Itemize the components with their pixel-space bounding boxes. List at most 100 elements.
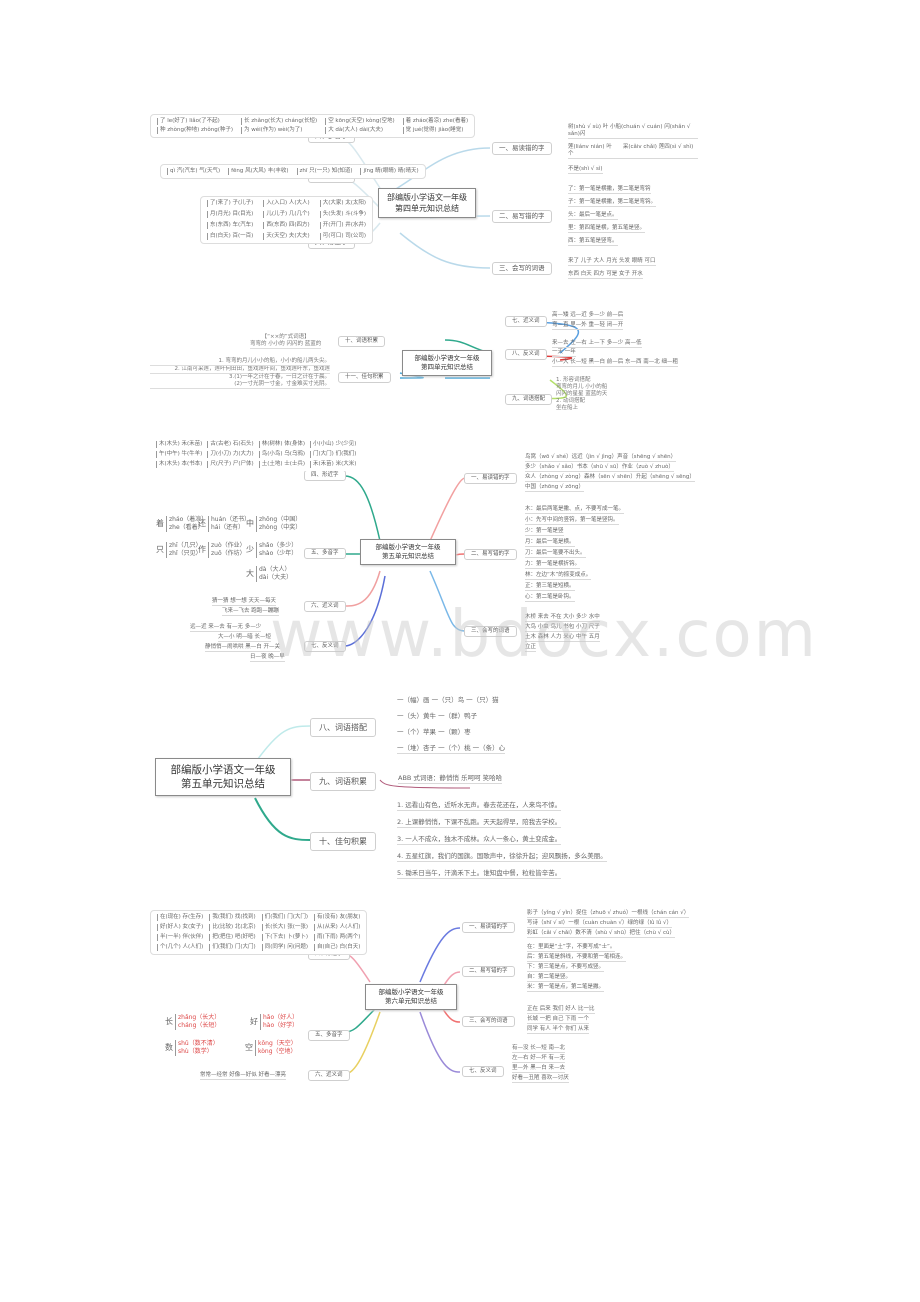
char-pair: 月(月光) 目(目光) bbox=[207, 211, 253, 218]
char-pair: 尺(尺子) 尸(尸体) bbox=[207, 461, 254, 468]
char-pair: 雨(下雨) 两(两个) bbox=[314, 934, 360, 941]
char-pair: 从(从来) 人(人们) bbox=[314, 924, 360, 931]
branch-word-accumulation[interactable]: 十、词语积累 bbox=[338, 336, 386, 347]
branch-synonyms[interactable]: 六、近义词 bbox=[308, 1070, 350, 1081]
polyphonic-grid: 了 le(好了) liǎo(了不起) 长 zhǎng(长大) cháng(长短)… bbox=[150, 114, 476, 138]
leaf-item: 日—夜 晚—早 bbox=[250, 654, 285, 662]
branch-antonyms[interactable]: 七、反义词 bbox=[462, 1066, 504, 1077]
central-topic-line1: 部编版小学语文一年级 bbox=[375, 543, 441, 551]
poly-reading: hái（还有） bbox=[211, 524, 245, 531]
leaf-item: 坐在船上 bbox=[556, 405, 579, 411]
branch-polyphonic[interactable]: 五、多音字 bbox=[304, 548, 346, 559]
branch-sentence-accumulation[interactable]: 十一、佳句积累 bbox=[338, 372, 391, 383]
branch-synonyms[interactable]: 六、近义词 bbox=[304, 601, 346, 612]
branch-collocations[interactable]: 九、词语搭配 bbox=[505, 394, 553, 405]
poly-char: 中 bbox=[246, 519, 254, 528]
leaf-item: 木桥 来去 不在 大小 多少 水中 bbox=[525, 614, 600, 622]
poly-reading: zhǎng（长大） bbox=[178, 1014, 221, 1021]
leaf-item: 弯弯的月儿 小小的船 bbox=[556, 384, 608, 390]
leaf-item: 同学 有人 半个 你们 从来 bbox=[527, 1026, 589, 1034]
poly-reading: hǎo（好人） bbox=[263, 1014, 299, 1021]
leaf-item: 常常—经常 好像—好似 好看—漂亮 bbox=[200, 1072, 286, 1080]
central-topic[interactable]: 部编版小学语文一年级 第五单元知识总结 bbox=[360, 539, 456, 565]
leaf-item: 后：第五笔是斜线，不要和第一笔相连。 bbox=[527, 954, 627, 962]
branch-miswritten-chars[interactable]: 二、易写错的字 bbox=[464, 549, 517, 560]
char-pair: 种 zhòng(种地) zhǒng(种子) bbox=[157, 127, 233, 134]
leaf-item: 心：第二笔是卧钩。 bbox=[525, 594, 575, 602]
polyphone-item: 中 zhōng（中国） zhòng（中奖） bbox=[246, 516, 301, 532]
leaf-item: 高—矮 远—近 多—少 前—后 bbox=[552, 312, 624, 320]
leaf-item: 莲(liánv nián) 叶 采(cǎiv chǎi) 莲四(sì √ shì… bbox=[568, 144, 698, 159]
leaf-item: 正在 后来 我们 好人 比一比 bbox=[527, 1006, 595, 1014]
leaf-item: 1. 形容词搭配 bbox=[556, 377, 591, 383]
char-pair: 长(长大) 张(一张) bbox=[261, 924, 308, 931]
central-topic[interactable]: 部编版小学语文一年级 第四单元知识总结 bbox=[378, 188, 476, 218]
leaf-item: 影子（yǐng √ yǐn）捉住（zhuō √ zhuó）一根线（chán cá… bbox=[527, 910, 690, 918]
poly-char: 数 bbox=[165, 1043, 173, 1052]
polyphone-item: 数 shǔ（数不清） shù（数学） bbox=[165, 1040, 219, 1056]
leaf-item: 大鸟 小虫 鸟儿 书包 小刀 尺子 bbox=[525, 624, 600, 632]
central-topic[interactable]: 部编版小学语文一年级 第五单元知识总结 bbox=[155, 758, 291, 796]
central-topic-line1: 部编版小学语文一年级 bbox=[387, 193, 467, 202]
branch-misread-chars[interactable]: 一、易读错的字 bbox=[492, 142, 552, 155]
char-pair: 了(来了) 子(儿子) bbox=[207, 200, 253, 207]
char-pair: 为 wéi(作为) wèi(为了) bbox=[241, 127, 317, 134]
branch-collocations[interactable]: 八、词语搭配 bbox=[310, 718, 376, 737]
char-pair: 下(下去) 卜(萝卜) bbox=[261, 934, 308, 941]
char-pair: 空 kōng(天空) kòng(空地) bbox=[325, 118, 395, 125]
leaf-item: 左—右 好—坏 有—无 bbox=[512, 1055, 565, 1063]
similar-chars-grid: 在(现在) 存(生存) 我(我们) 找(找到) 们(我们) 门(大门) 有(没有… bbox=[150, 910, 368, 955]
leaf-item: 有—没 长—短 南—北 bbox=[512, 1045, 565, 1053]
branch-similar-chars[interactable]: 四、形近字 bbox=[304, 470, 346, 481]
branch-writable-words[interactable]: 三、会写的词语 bbox=[464, 626, 517, 637]
branch-misread-chars[interactable]: 一、易读错的字 bbox=[462, 922, 515, 933]
collocation-list: 1. 形容词搭配 弯弯的月儿 小小的船 闪闪的星星 蓝蓝的天 2. 动词搭配 坐… bbox=[556, 377, 607, 412]
leaf-item: 弯弯的 小小的 闪闪的 蓝蓝的 bbox=[250, 341, 322, 349]
leaf-item: 中国（zhōng √ zōng） bbox=[525, 484, 584, 492]
polyphone-item: 空 kōng（天空） kòng（空地） bbox=[245, 1040, 297, 1056]
char-pair: 把(把住) 吧(好吧) bbox=[209, 934, 256, 941]
central-topic-line1: 部编版小学语文一年级 bbox=[378, 988, 444, 996]
char-pair: 比(比较) 北(北京) bbox=[209, 924, 256, 931]
leaf-item: 一（堆）杏子 一（个）桃 一（条）心 bbox=[397, 744, 506, 754]
leaf-item: 3. 一人不成众，独木不成林。众人一条心，黄土变成金。 bbox=[397, 835, 562, 845]
polyphone-item: 少 shǎo（多少） shào（少年） bbox=[246, 542, 297, 558]
leaf-item: 写诗（shī √ sī）一根（cuàn chuàn √）绿的绿（lǜ lǘ √） bbox=[527, 920, 673, 928]
leaf-item: 3.(1)一年之计在于春，一日之计在于晨。 bbox=[228, 374, 330, 380]
branch-synonyms[interactable]: 七、近义词 bbox=[505, 316, 547, 327]
leaf-item: 4. 五星红旗，我们的国旗。国歌声中，徐徐升起；迎风飘扬，多么美丽。 bbox=[397, 852, 607, 862]
leaf-item: 弯—直 里—外 重—轻 闭—开 bbox=[552, 322, 624, 330]
poly-char: 少 bbox=[246, 545, 254, 554]
branch-polyphonic[interactable]: 五、多音字 bbox=[308, 1030, 350, 1041]
central-topic[interactable]: 部编版小学语文一年级 第六单元知识总结 bbox=[365, 984, 457, 1010]
central-topic[interactable]: 部编版小学语文一年级 第四单元知识总结 bbox=[402, 350, 492, 376]
char-pair: 东(东西) 车(汽车) bbox=[207, 222, 253, 229]
char-pair: 天(天空) 夫(大夫) bbox=[263, 233, 310, 240]
mindmap-unit4-part1: 部编版小学语文一年级 第四单元知识总结 一、易读错的字 树(shù √ sù) … bbox=[0, 108, 920, 298]
similar-chars-grid: 木(木头) 禾(禾苗) 古(古老) 石(石头) 林(树林) 体(身体) 小(小山… bbox=[150, 438, 363, 471]
leaf-item: 少：第一笔是竖 bbox=[525, 528, 564, 536]
leaf-item: 林：左边“木”的捺变成点。 bbox=[525, 572, 592, 580]
branch-writable-words[interactable]: 三、会写的词语 bbox=[462, 1016, 515, 1027]
branch-word-accumulation[interactable]: 九、词语积累 bbox=[310, 772, 376, 791]
leaf-item: 【“××的”式词语】 bbox=[261, 334, 310, 340]
branch-writable-words[interactable]: 三、会写的词语 bbox=[492, 262, 552, 275]
polyphone-item: 作 zuò（作业） zuō（作坊） bbox=[198, 542, 246, 558]
branch-misread-chars[interactable]: 一、易读错的字 bbox=[464, 473, 517, 484]
poly-reading: zhòng（中奖） bbox=[259, 524, 302, 531]
leaf-item: 土木 森林 人力 米心 中午 五月 bbox=[525, 634, 600, 642]
branch-sentence-accumulation[interactable]: 十、佳句积累 bbox=[310, 832, 376, 851]
leaf-item: 闪闪的星星 蓝蓝的天 bbox=[556, 391, 608, 397]
leaf-item: 自：第二笔是竖。 bbox=[527, 974, 572, 982]
leaf-item: 1. 远看山有色，近听水无声。春去花还在，人来鸟不惊。 bbox=[397, 801, 562, 811]
leaf-item: 米：第一笔是点，第二笔是撇。 bbox=[527, 984, 605, 992]
leaf-item: 2. 动词搭配 bbox=[556, 398, 585, 404]
leaf-item: 力：第一笔是横折钩。 bbox=[525, 561, 581, 569]
branch-miswritten-chars[interactable]: 二、易写错的字 bbox=[462, 966, 515, 977]
leaf-item: 木：最后两笔是撇、点，不要写成一笔。 bbox=[525, 506, 625, 514]
char-pair: 自(自己) 白(白天) bbox=[314, 944, 360, 951]
branch-antonyms[interactable]: 八、反义词 bbox=[505, 349, 547, 360]
branch-antonyms[interactable]: 七、反义词 bbox=[304, 641, 346, 652]
branch-miswritten-chars[interactable]: 二、易写错的字 bbox=[492, 210, 552, 223]
poly-reading: huán（还书） bbox=[211, 516, 251, 523]
